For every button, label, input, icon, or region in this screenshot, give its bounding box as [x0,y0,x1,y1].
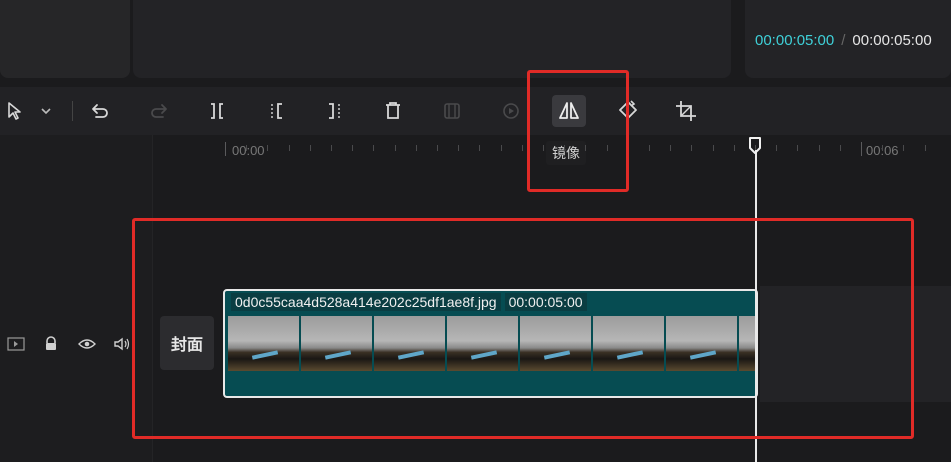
lock-icon [46,336,56,350]
speaker-icon [114,337,130,351]
ruler-tick [691,145,693,151]
ruler-tick [437,145,438,151]
ruler-tick [903,145,905,151]
player-timecode: 00:00:05:00 / 00:00:05:00 [755,32,932,49]
toolbar-divider [72,101,73,121]
ruler-tick [500,145,502,151]
video-clip[interactable]: 0d0c55caa4d528a414e202c25df1ae8f.jpg 00:… [223,289,758,398]
ruler-tick [309,145,311,151]
split-left-icon [271,103,282,119]
ruler-tick [882,145,884,151]
eye-icon [78,339,96,349]
clip-thumbnail [593,316,664,371]
clip-header: 0d0c55caa4d528a414e202c25df1ae8f.jpg 00:… [231,293,587,311]
timeline-ruler: 00:00 00:06 [153,135,951,165]
chevron-down-icon [41,108,51,115]
ruler-tick [331,145,332,151]
ruler-tick [861,142,862,156]
ruler-tick [415,145,417,151]
rotate-button[interactable] [611,95,645,127]
video-icon [7,337,25,351]
redo-button[interactable] [142,95,176,127]
clip-thumbnail [666,316,737,371]
ruler-tick [924,145,926,151]
ruler-tick [733,145,735,151]
crop-icon [676,101,696,121]
ruler-tick [627,145,629,151]
clip-thumbnail [374,316,445,371]
freeze-frame-button[interactable] [435,95,469,127]
select-tool-button[interactable] [0,95,30,127]
cursor-icon [8,102,21,120]
select-mode-dropdown[interactable] [32,95,60,127]
ruler-tick [458,145,460,151]
undo-button[interactable] [83,95,117,127]
clip-thumbnail [520,316,591,371]
ruler-tick [394,145,396,151]
split-right-icon [329,103,340,119]
video-track-toggle[interactable] [5,333,27,355]
mirror-icon [559,102,579,119]
clip-thumbnail [447,316,518,371]
redo-icon [151,104,167,118]
ruler-tick [776,145,778,151]
ruler-tick [543,145,544,151]
ruler-tick [670,145,672,151]
ruler-tick [373,145,375,151]
ruler-tick [818,145,820,151]
clip-thumbnails [228,316,756,371]
clip-thumbnail [301,316,372,371]
freeze-icon [444,103,460,119]
ruler-tick [521,145,523,151]
ruler-tick [246,145,248,151]
split-right-button[interactable] [318,95,352,127]
timeline-toolbar [0,87,951,135]
time-separator: / [841,32,846,49]
reverse-icon [503,103,519,119]
undo-icon [92,104,108,118]
visibility-toggle[interactable] [76,333,98,355]
clip-filename: 0d0c55caa4d528a414e202c25df1ae8f.jpg [231,293,501,311]
playhead-line [755,150,757,462]
split-left-button[interactable] [259,95,293,127]
audio-toggle[interactable] [111,333,133,355]
ruler-tick [352,145,354,151]
playhead-handle[interactable] [748,137,762,155]
ruler-tick [267,145,269,151]
media-panel [0,0,130,78]
current-time: 00:00:05:00 [755,32,835,49]
ruler-tick [585,145,587,151]
track-header-column [0,135,153,462]
ruler-tick [839,145,841,151]
ruler-tick [479,145,481,151]
rotate-icon [619,100,637,119]
trash-icon [386,102,400,119]
clip-thumbnail [228,316,299,371]
lock-track-button[interactable] [40,333,62,355]
split-button[interactable] [200,95,234,127]
crop-button[interactable] [669,95,703,127]
ruler-tick [649,145,650,151]
ruler-tick [225,142,226,156]
reverse-button[interactable] [494,95,528,127]
mirror-button[interactable] [552,95,586,127]
clip-duration: 00:00:05:00 [504,293,587,311]
ruler-tick [797,145,799,151]
ruler-label: 00:00 [232,143,265,158]
preview-panel-left [133,0,731,78]
delete-button[interactable] [376,95,410,127]
track-empty-area [760,286,951,402]
split-icon [211,103,223,119]
ruler-tick [712,145,714,151]
cover-button[interactable]: 封面 [160,316,214,370]
total-time: 00:00:05:00 [852,32,932,49]
ruler-tick [288,145,290,151]
ruler-tick [564,145,566,151]
ruler-tick [606,145,608,151]
